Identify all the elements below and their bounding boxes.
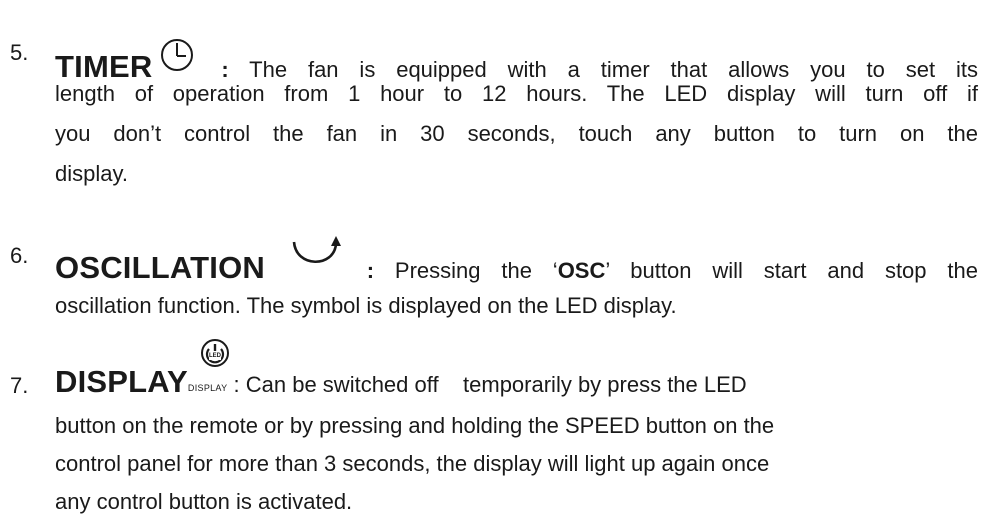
item-text-part: ’ button will start and stop the xyxy=(605,258,978,283)
item-text-line: display. xyxy=(55,161,128,186)
item-title: DISPLAY xyxy=(55,364,188,399)
item-first-line: OSCILLATION : Pressing the ‘OSC’ button … xyxy=(55,234,978,286)
item-text-line: you don’t control the fan in 30 seconds,… xyxy=(55,121,978,146)
item-colon: : xyxy=(221,57,229,82)
osc-label: OSC xyxy=(557,258,606,283)
item-text-line: button on the remote or by pressing and … xyxy=(55,413,775,438)
item-text-line: oscillation function. The symbol is disp… xyxy=(55,293,677,318)
item-number: 6. xyxy=(10,243,29,268)
display-sublabel: DISPLAY xyxy=(187,383,228,393)
item-number: 5. xyxy=(10,40,29,65)
item-text-line: length of operation from 1 hour to 12 ho… xyxy=(55,81,978,106)
clock-icon xyxy=(154,31,200,71)
icon-label: LED xyxy=(209,353,221,360)
item-text-line: control panel for more than 3 seconds, t… xyxy=(55,451,770,476)
item-number: 7. xyxy=(10,373,29,398)
item-colon: : xyxy=(233,372,240,397)
item-colon: : xyxy=(366,258,375,283)
item-text-line: any control button is activated. xyxy=(55,489,353,514)
item-first-line: TIMER : The fan is equipped with a timer… xyxy=(55,31,978,85)
item-first-line: DISPLAYDISPLAY : Can be switched off tem… xyxy=(55,364,747,400)
item-title: TIMER xyxy=(55,49,153,84)
item-title: OSCILLATION xyxy=(55,250,265,285)
oscillation-icon xyxy=(286,234,346,270)
item-text-part: Pressing the ‘ xyxy=(394,258,558,283)
item-text: The fan is equipped with a timer that al… xyxy=(249,57,978,82)
item-text: Can be switched off temporarily by press… xyxy=(245,372,747,397)
